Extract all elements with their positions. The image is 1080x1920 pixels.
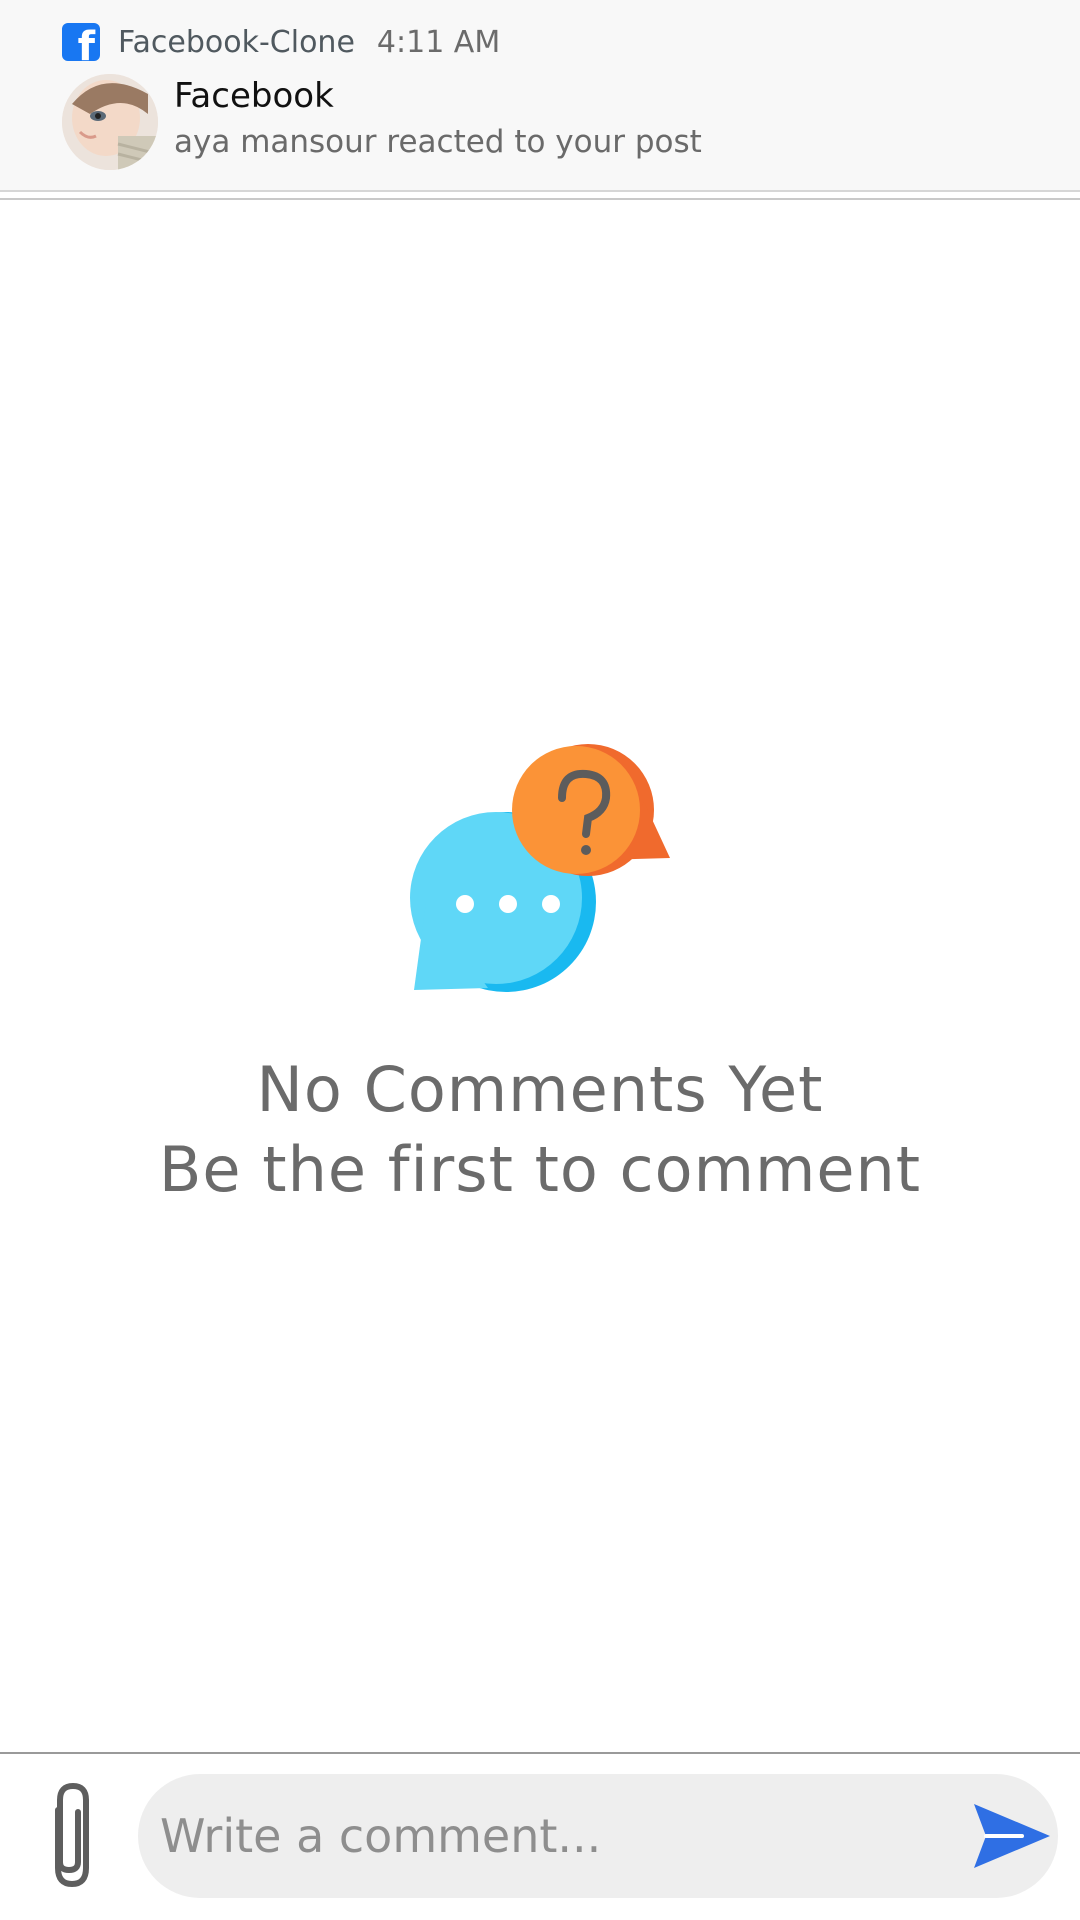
chat-bubbles-icon <box>410 744 670 992</box>
notification-banner[interactable]: f Facebook-Clone 4:11 AM Facebook aya ma… <box>0 0 1080 192</box>
facebook-icon: f <box>62 23 100 61</box>
empty-state-subtitle: Be the first to comment <box>158 1133 922 1206</box>
notification-app-name: Facebook-Clone <box>118 24 355 60</box>
send-icon[interactable] <box>970 1800 1052 1872</box>
facebook-letter: f <box>77 24 95 61</box>
comment-input-container <box>138 1774 1058 1898</box>
comment-input[interactable] <box>158 1774 938 1898</box>
notification-body: aya mansour reacted to your post <box>174 124 702 160</box>
paperclip-icon[interactable] <box>36 1780 102 1890</box>
empty-state-title: No Comments Yet <box>256 1053 824 1126</box>
divider <box>0 198 1080 200</box>
avatar <box>62 74 158 170</box>
avatar-image <box>62 74 158 170</box>
notification-header: f Facebook-Clone 4:11 AM <box>62 22 500 62</box>
notification-title: Facebook <box>174 76 334 116</box>
notification-time: 4:11 AM <box>376 24 501 60</box>
